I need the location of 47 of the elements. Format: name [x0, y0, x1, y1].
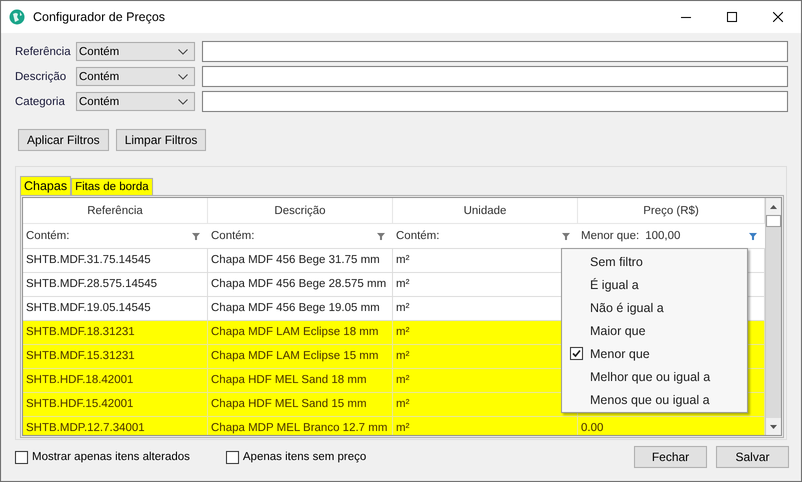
chevron-icon	[178, 98, 188, 104]
menu-item[interactable]: Maior que	[590, 324, 646, 338]
chevron-icon	[178, 48, 188, 54]
filter-icon[interactable]	[562, 232, 570, 240]
app-icon	[9, 9, 25, 25]
operator-dropdown[interactable]: Contém	[76, 67, 195, 86]
filter-label: Descrição	[15, 70, 68, 82]
filter-icon[interactable]	[377, 232, 385, 240]
filter-input[interactable]	[202, 66, 788, 87]
filter-input[interactable]	[202, 41, 788, 62]
menu-item[interactable]: É igual a	[590, 278, 639, 292]
filter-input[interactable]	[202, 91, 788, 112]
filter-button[interactable]: Aplicar Filtros	[18, 129, 109, 151]
table-cell: Chapa MDP MEL Branco 12.7 mm	[208, 417, 393, 435]
filter-label: Categoria	[15, 96, 66, 108]
filter-button[interactable]: Limpar Filtros	[116, 129, 206, 151]
column-header[interactable]: Descrição	[208, 198, 393, 224]
scroll-up-icon[interactable]	[770, 204, 777, 208]
checkbox-label[interactable]: Apenas itens sem preço	[242, 451, 366, 463]
maximize-icon	[727, 12, 737, 22]
menu-item[interactable]: Não é igual a	[590, 300, 664, 314]
window-title: Configurador de Preços	[33, 10, 166, 24]
operator-dropdown[interactable]: Contém	[76, 92, 195, 111]
chevron-icon	[178, 74, 188, 80]
dialog-button[interactable]: Fechar	[634, 446, 707, 468]
checkbox-label[interactable]: Mostrar apenas itens alterados	[32, 451, 190, 463]
menu-item[interactable]: Menor que	[590, 346, 650, 360]
tab[interactable]: Fitas de borda	[71, 178, 153, 195]
close-icon	[773, 12, 783, 22]
checkbox[interactable]	[15, 450, 28, 464]
scroll-down-icon[interactable]	[770, 424, 777, 428]
tab[interactable]: Chapas	[20, 176, 72, 195]
checkbox[interactable]	[226, 450, 239, 464]
filter-label: Referência	[15, 46, 72, 58]
operator-dropdown[interactable]: Contém	[76, 42, 195, 61]
menu-item[interactable]: Menos que ou igual a	[590, 392, 710, 406]
dialog-button[interactable]: Salvar	[716, 446, 789, 468]
scroll-thumb[interactable]	[766, 215, 781, 227]
table-cell: SHTB.MDP.12.7.34001	[23, 417, 208, 435]
column-header[interactable]: Referência	[23, 198, 208, 224]
menu-item[interactable]: Melhor que ou igual a	[590, 370, 710, 384]
table-cell: m²	[393, 417, 578, 435]
filter-icon[interactable]	[749, 232, 757, 240]
column-header[interactable]: Unidade	[393, 198, 578, 224]
menu-item[interactable]: Sem filtro	[590, 254, 643, 268]
filter-icon[interactable]	[192, 232, 200, 240]
scrollbar[interactable]	[765, 198, 781, 435]
